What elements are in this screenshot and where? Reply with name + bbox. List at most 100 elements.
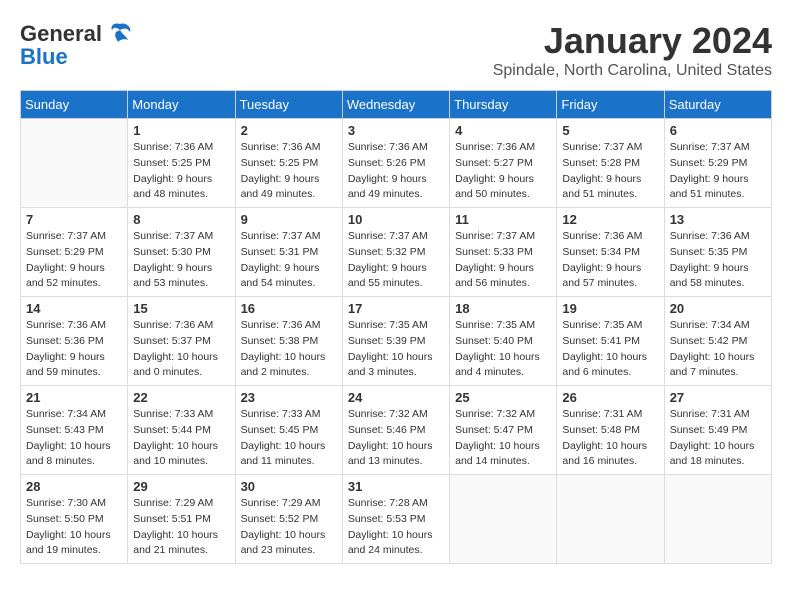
day-number: 21 [26,390,122,405]
day-info: Sunrise: 7:37 AMSunset: 5:28 PMDaylight:… [562,140,658,203]
day-number: 29 [133,479,229,494]
day-number: 9 [241,212,337,227]
day-cell-14: 14 Sunrise: 7:36 AMSunset: 5:36 PMDayligh… [21,297,128,386]
day-cell-18: 18 Sunrise: 7:35 AMSunset: 5:40 PMDayligh… [450,297,557,386]
day-number: 25 [455,390,551,405]
month-title: January 2024 [493,20,772,62]
day-info: Sunrise: 7:29 AMSunset: 5:52 PMDaylight:… [241,496,337,559]
day-info: Sunrise: 7:36 AMSunset: 5:34 PMDaylight:… [562,229,658,292]
day-info: Sunrise: 7:36 AMSunset: 5:38 PMDaylight:… [241,318,337,381]
page-header: General Blue January 2024 Spindale, Nort… [20,20,772,80]
day-number: 27 [670,390,766,405]
week-row-3: 14 Sunrise: 7:36 AMSunset: 5:36 PMDayligh… [21,297,772,386]
day-number: 26 [562,390,658,405]
week-row-2: 7 Sunrise: 7:37 AMSunset: 5:29 PMDaylight… [21,208,772,297]
day-cell-6: 6Sunrise: 7:37 AMSunset: 5:29 PMDaylight… [664,119,771,208]
week-row-1: 1 Sunrise: 7:36 AMSunset: 5:25 PMDaylight… [21,119,772,208]
day-info: Sunrise: 7:30 AMSunset: 5:50 PMDaylight:… [26,496,122,559]
day-info: Sunrise: 7:32 AMSunset: 5:46 PMDaylight:… [348,407,444,470]
day-info: Sunrise: 7:29 AMSunset: 5:51 PMDaylight:… [133,496,229,559]
day-info: Sunrise: 7:37 AMSunset: 5:30 PMDaylight:… [133,229,229,292]
day-cell-20: 20 Sunrise: 7:34 AMSunset: 5:42 PMDayligh… [664,297,771,386]
day-info: Sunrise: 7:32 AMSunset: 5:47 PMDaylight:… [455,407,551,470]
day-number: 30 [241,479,337,494]
day-number: 24 [348,390,444,405]
day-info: Sunrise: 7:36 AMSunset: 5:25 PMDaylight:… [241,140,337,203]
day-number: 12 [562,212,658,227]
day-info: Sunrise: 7:37 AMSunset: 5:29 PMDaylight:… [26,229,122,292]
logo: General Blue [20,20,134,70]
day-cell-30: 30 Sunrise: 7:29 AMSunset: 5:52 PMDayligh… [235,475,342,564]
day-cell-21: 21 Sunrise: 7:34 AMSunset: 5:43 PMDayligh… [21,386,128,475]
day-number: 10 [348,212,444,227]
location-subtitle: Spindale, North Carolina, United States [493,62,772,80]
day-number: 3 [348,123,444,138]
weekday-header-row: SundayMondayTuesdayWednesdayThursdayFrid… [21,91,772,119]
day-number: 15 [133,301,229,316]
weekday-header-friday: Friday [557,91,664,119]
weekday-header-thursday: Thursday [450,91,557,119]
day-number: 7 [26,212,122,227]
day-cell-29: 29 Sunrise: 7:29 AMSunset: 5:51 PMDayligh… [128,475,235,564]
day-info: Sunrise: 7:36 AMSunset: 5:35 PMDaylight:… [670,229,766,292]
day-cell-26: 26Sunrise: 7:31 AMSunset: 5:48 PMDayligh… [557,386,664,475]
day-cell-11: 11 Sunrise: 7:37 AMSunset: 5:33 PMDayligh… [450,208,557,297]
weekday-header-saturday: Saturday [664,91,771,119]
day-cell-4: 4 Sunrise: 7:36 AMSunset: 5:27 PMDaylight… [450,119,557,208]
week-row-4: 21 Sunrise: 7:34 AMSunset: 5:43 PMDayligh… [21,386,772,475]
day-cell-2: 2 Sunrise: 7:36 AMSunset: 5:25 PMDaylight… [235,119,342,208]
day-number: 22 [133,390,229,405]
day-cell-27: 27 Sunrise: 7:31 AMSunset: 5:49 PMDayligh… [664,386,771,475]
weekday-header-monday: Monday [128,91,235,119]
day-number: 11 [455,212,551,227]
day-cell-15: 15 Sunrise: 7:36 AMSunset: 5:37 PMDayligh… [128,297,235,386]
week-row-5: 28 Sunrise: 7:30 AMSunset: 5:50 PMDayligh… [21,475,772,564]
day-number: 20 [670,301,766,316]
day-cell-8: 8 Sunrise: 7:37 AMSunset: 5:30 PMDaylight… [128,208,235,297]
day-cell-28: 28 Sunrise: 7:30 AMSunset: 5:50 PMDayligh… [21,475,128,564]
day-info: Sunrise: 7:36 AMSunset: 5:27 PMDaylight:… [455,140,551,203]
day-cell-23: 23 Sunrise: 7:33 AMSunset: 5:45 PMDayligh… [235,386,342,475]
day-info: Sunrise: 7:33 AMSunset: 5:44 PMDaylight:… [133,407,229,470]
day-number: 13 [670,212,766,227]
day-info: Sunrise: 7:36 AMSunset: 5:25 PMDaylight:… [133,140,229,203]
day-info: Sunrise: 7:36 AMSunset: 5:36 PMDaylight:… [26,318,122,381]
empty-cell [557,475,664,564]
title-block: January 2024 Spindale, North Carolina, U… [493,20,772,80]
day-number: 14 [26,301,122,316]
day-info: Sunrise: 7:36 AMSunset: 5:37 PMDaylight:… [133,318,229,381]
day-cell-12: 12 Sunrise: 7:36 AMSunset: 5:34 PMDayligh… [557,208,664,297]
day-number: 4 [455,123,551,138]
day-number: 23 [241,390,337,405]
day-cell-1: 1 Sunrise: 7:36 AMSunset: 5:25 PMDaylight… [128,119,235,208]
day-info: Sunrise: 7:37 AMSunset: 5:33 PMDaylight:… [455,229,551,292]
day-cell-16: 16 Sunrise: 7:36 AMSunset: 5:38 PMDayligh… [235,297,342,386]
day-info: Sunrise: 7:33 AMSunset: 5:45 PMDaylight:… [241,407,337,470]
logo-bird-icon [106,20,134,48]
empty-cell [21,119,128,208]
day-cell-10: 10 Sunrise: 7:37 AMSunset: 5:32 PMDayligh… [342,208,449,297]
day-info: Sunrise: 7:28 AMSunset: 5:53 PMDaylight:… [348,496,444,559]
day-number: 28 [26,479,122,494]
day-number: 16 [241,301,337,316]
day-info: Sunrise: 7:37 AMSunset: 5:29 PMDaylight:… [670,140,766,203]
day-cell-31: 31 Sunrise: 7:28 AMSunset: 5:53 PMDayligh… [342,475,449,564]
day-number: 31 [348,479,444,494]
day-info: Sunrise: 7:34 AMSunset: 5:43 PMDaylight:… [26,407,122,470]
day-cell-22: 22 Sunrise: 7:33 AMSunset: 5:44 PMDayligh… [128,386,235,475]
day-number: 1 [133,123,229,138]
day-number: 18 [455,301,551,316]
day-info: Sunrise: 7:35 AMSunset: 5:40 PMDaylight:… [455,318,551,381]
empty-cell [664,475,771,564]
day-number: 5 [562,123,658,138]
day-info: Sunrise: 7:34 AMSunset: 5:42 PMDaylight:… [670,318,766,381]
calendar-table: SundayMondayTuesdayWednesdayThursdayFrid… [20,90,772,564]
weekday-header-wednesday: Wednesday [342,91,449,119]
day-cell-17: 17Sunrise: 7:35 AMSunset: 5:39 PMDayligh… [342,297,449,386]
day-number: 2 [241,123,337,138]
day-cell-7: 7 Sunrise: 7:37 AMSunset: 5:29 PMDaylight… [21,208,128,297]
day-number: 8 [133,212,229,227]
day-info: Sunrise: 7:37 AMSunset: 5:32 PMDaylight:… [348,229,444,292]
empty-cell [450,475,557,564]
day-info: Sunrise: 7:31 AMSunset: 5:49 PMDaylight:… [670,407,766,470]
